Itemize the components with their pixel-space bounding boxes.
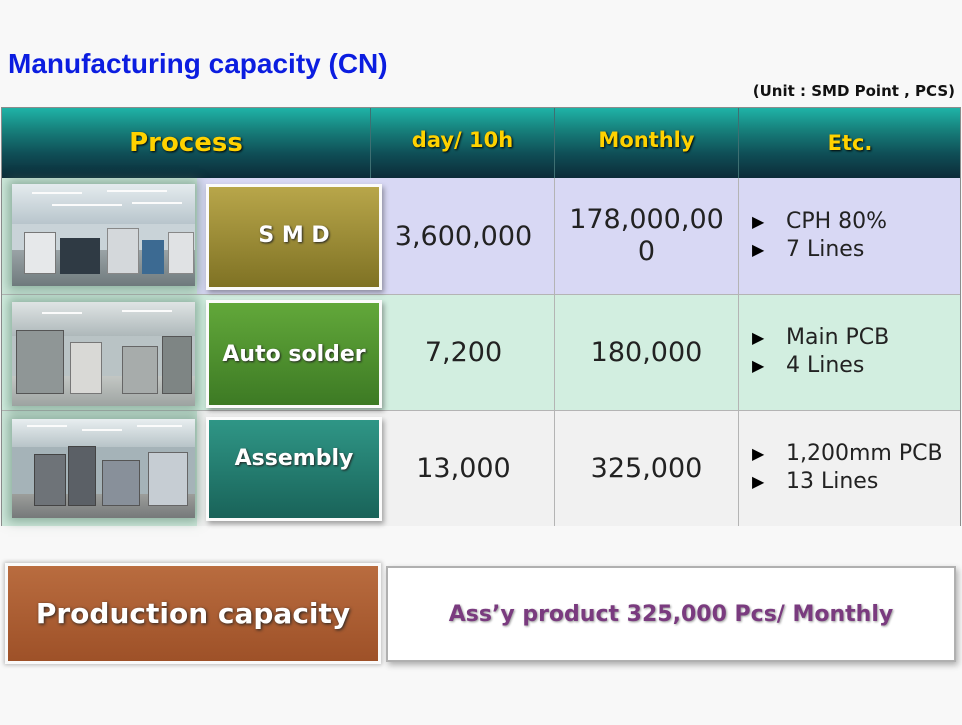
production-capacity-label: Production capacity bbox=[5, 563, 381, 664]
assembly-line-photo bbox=[12, 419, 195, 518]
process-assembly-button[interactable]: Assembly bbox=[206, 417, 382, 521]
header-process: Process bbox=[129, 128, 243, 158]
triangle-right-icon: ▶ bbox=[752, 328, 765, 347]
day-value: 13,000 bbox=[416, 452, 511, 484]
triangle-right-icon: ▶ bbox=[752, 444, 765, 463]
monthly-value: 180,000 bbox=[590, 336, 703, 368]
process-auto-solder-button[interactable]: Auto solder bbox=[206, 300, 382, 408]
etc-notes: ▶ Main PCB ▶ 4 Lines bbox=[752, 325, 890, 378]
monthly-value-text: 178,000,000 bbox=[569, 204, 724, 267]
production-capacity-value: Ass’y product 325,000 Pcs/ Monthly bbox=[386, 566, 956, 662]
table-header: Process day/ 10h Monthly Etc. bbox=[2, 108, 960, 178]
header-day: day/ 10h bbox=[411, 128, 514, 152]
capacity-table: Process day/ 10h Monthly Etc. 3,600,000 … bbox=[1, 107, 961, 526]
header-monthly: Monthly bbox=[598, 128, 695, 152]
unit-note: (Unit : SMD Point , PCS) bbox=[752, 82, 955, 100]
smd-line-photo bbox=[12, 184, 195, 286]
auto-solder-line-photo bbox=[12, 302, 195, 406]
process-smd-button[interactable]: S M D bbox=[206, 184, 382, 290]
etc-notes: ▶ CPH 80% ▶ 7 Lines bbox=[752, 209, 888, 262]
day-value: 7,200 bbox=[424, 336, 503, 368]
triangle-right-icon: ▶ bbox=[752, 240, 765, 259]
monthly-value: 178,000,000 bbox=[555, 178, 738, 294]
header-etc: Etc. bbox=[827, 131, 873, 155]
triangle-right-icon: ▶ bbox=[752, 472, 765, 491]
day-value: 3,600,000 bbox=[394, 220, 533, 252]
triangle-right-icon: ▶ bbox=[752, 356, 765, 375]
triangle-right-icon: ▶ bbox=[752, 212, 765, 231]
monthly-value: 325,000 bbox=[590, 452, 703, 484]
page-title: Manufacturing capacity (CN) bbox=[8, 48, 388, 79]
etc-notes: ▶ 1,200mm PCB ▶ 13 Lines bbox=[752, 441, 943, 494]
